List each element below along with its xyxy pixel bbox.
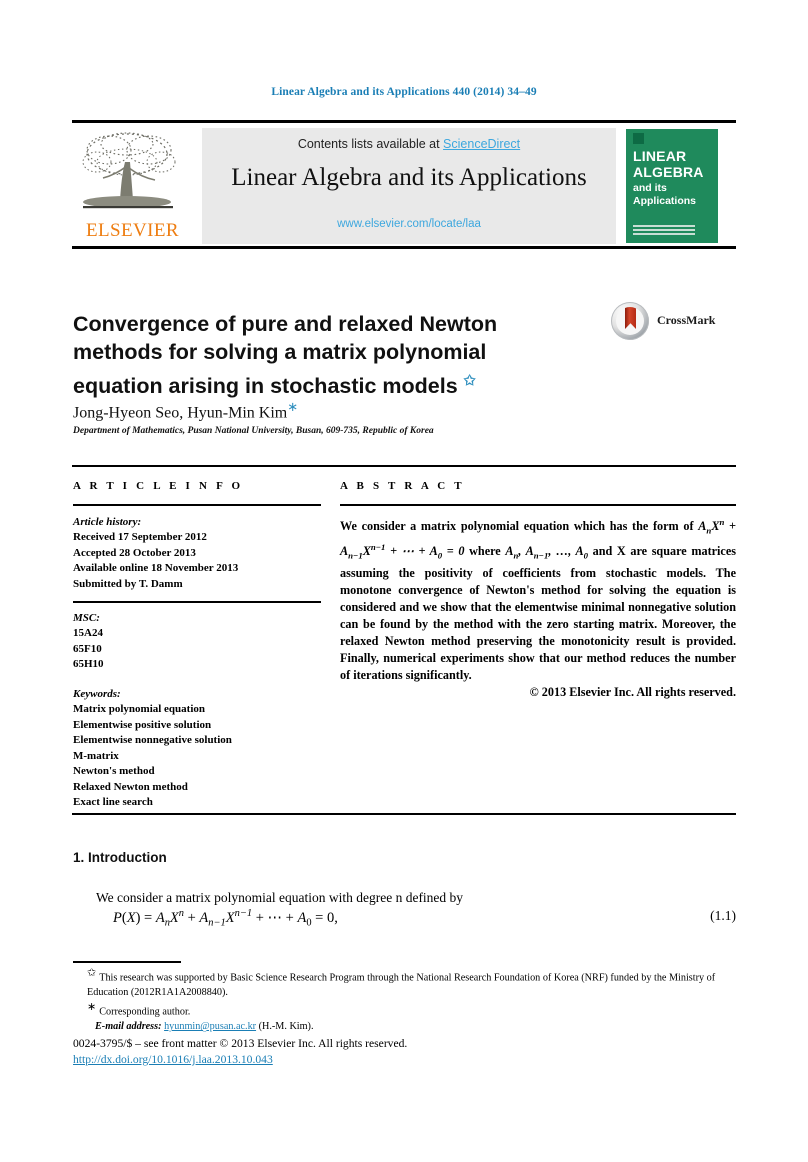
cover-footer-lines bbox=[633, 225, 695, 237]
crossmark-inner-disc bbox=[616, 307, 644, 335]
corresponding-author-marker[interactable]: ∗ bbox=[287, 399, 298, 414]
issn-front-matter-line: 0024-3795/$ – see front matter © 2013 El… bbox=[73, 1037, 408, 1050]
journal-title: Linear Algebra and its Applications bbox=[231, 164, 587, 191]
author-list: Jong-Hyeon Seo, Hyun-Min Kim∗ bbox=[73, 399, 298, 422]
info-section-top-rule bbox=[72, 465, 736, 467]
elsevier-tree-icon bbox=[82, 132, 176, 209]
abstract-column: A B S T R A C T We consider a matrix pol… bbox=[340, 480, 736, 700]
header-top-rule bbox=[72, 120, 736, 123]
introduction-paragraph-text: We consider a matrix polynomial equation… bbox=[96, 889, 464, 905]
contents-prefix-text: Contents lists available at bbox=[297, 137, 444, 151]
keyword-item: Exact line search bbox=[73, 796, 153, 808]
crossmark-icon[interactable] bbox=[611, 302, 649, 340]
info-section-bottom-rule bbox=[72, 813, 736, 815]
article-info-column: A R T I C L E I N F O Article history: R… bbox=[73, 480, 323, 811]
cover-line-3: and its bbox=[633, 182, 667, 194]
article-title-text: Convergence of pure and relaxed Newton m… bbox=[73, 312, 498, 399]
elsevier-wordmark: ELSEVIER bbox=[86, 220, 179, 241]
cover-line-1: LINEAR bbox=[633, 148, 687, 164]
footnote-corresponding-marker: ∗ bbox=[87, 1000, 97, 1013]
msc-code: 65F10 bbox=[73, 642, 102, 655]
crossmark-badge-group[interactable]: CrossMark bbox=[611, 302, 736, 342]
article-info-label: A R T I C L E I N F O bbox=[73, 480, 244, 492]
keyword-item: M-matrix bbox=[73, 749, 119, 762]
msc-heading: MSC: bbox=[73, 611, 100, 624]
journal-url-link[interactable]: www.elsevier.com/locate/laa bbox=[202, 218, 616, 230]
footnote-funding-text: This research was supported by Basic Sci… bbox=[87, 972, 716, 998]
keyword-item: Newton's method bbox=[73, 765, 155, 777]
sciencedirect-link[interactable]: ScienceDirect bbox=[443, 137, 520, 151]
author-names: Jong-Hyeon Seo, Hyun-Min Kim bbox=[73, 404, 288, 422]
footnote-corresponding-text: Corresponding author. bbox=[99, 1006, 191, 1018]
footnote-funding-marker: ✩ bbox=[87, 967, 97, 979]
keyword-item: Matrix polynomial equation bbox=[73, 703, 206, 715]
crossmark-ribbon-shape bbox=[625, 307, 636, 329]
footnote-rule bbox=[73, 961, 181, 963]
page-title: Convergence of pure and relaxed Newton m… bbox=[73, 310, 553, 400]
equation-number: (1.1) bbox=[710, 908, 736, 923]
abstract-sentence-rest: and X are square matrices assuming the p… bbox=[340, 544, 736, 683]
abstract-label: A B S T R A C T bbox=[340, 480, 465, 492]
cover-corner-mark bbox=[633, 133, 644, 144]
keyword-item: Relaxed Newton method bbox=[73, 780, 188, 793]
abstract-sentence-1: We consider a matrix polynomial equation… bbox=[340, 518, 699, 533]
elsevier-logo: ELSEVIER bbox=[75, 128, 190, 244]
article-history-item: Accepted 28 October 2013 bbox=[73, 546, 196, 559]
journal-header-band: ELSEVIER Contents lists available at Sci… bbox=[72, 126, 736, 245]
abstract-copyright: © 2013 Elsevier Inc. All rights reserved… bbox=[529, 685, 736, 700]
article-history-item: Submitted by T. Damm bbox=[73, 577, 183, 590]
article-history-heading: Article history: bbox=[73, 515, 142, 528]
journal-info-panel: Contents lists available at ScienceDirec… bbox=[202, 128, 616, 244]
footnote-corresponding: ∗ Corresponding author. bbox=[73, 1000, 736, 1020]
email-owner-text: (H.-M. Kim). bbox=[258, 1021, 314, 1033]
article-info-divider bbox=[73, 504, 321, 506]
article-history-item: Received 17 September 2012 bbox=[73, 531, 207, 543]
msc-divider bbox=[73, 601, 321, 603]
footnote-block: ✩ This research was supported by Basic Sc… bbox=[73, 966, 736, 1034]
crossmark-label: CrossMark bbox=[657, 313, 716, 327]
affiliation: Department of Mathematics, Pusan Nationa… bbox=[73, 426, 434, 436]
journal-article-page: Linear Algebra and its Applications 440 … bbox=[0, 0, 808, 1162]
header-bottom-rule bbox=[72, 246, 736, 249]
msc-code: 15A24 bbox=[73, 627, 103, 639]
abstract-coefficients: An, An−1, …, A0 bbox=[505, 544, 588, 561]
keyword-item: Elementwise positive solution bbox=[73, 718, 212, 731]
keywords-heading: Keywords: bbox=[73, 687, 121, 700]
abstract-where-word: where bbox=[464, 544, 506, 559]
journal-cover-thumbnail[interactable]: LINEAR ALGEBRA and its Applications bbox=[625, 128, 719, 244]
cover-line-4: Applications bbox=[633, 195, 697, 207]
email-address-label: E-mail address: bbox=[95, 1021, 162, 1033]
imprint-block: 0024-3795/$ – see front matter © 2013 El… bbox=[73, 1036, 407, 1068]
abstract-text: We consider a matrix polynomial equation… bbox=[340, 514, 736, 685]
email-address-link[interactable]: hyunmin@pusan.ac.kr bbox=[164, 1021, 256, 1032]
footnote-email-line: E-mail address: hyunmin@pusan.ac.kr (H.-… bbox=[73, 1019, 736, 1034]
introduction-paragraph: We consider a matrix polynomial equation… bbox=[96, 890, 463, 906]
section-heading-introduction: 1. Introduction bbox=[73, 850, 167, 866]
msc-code: 65H10 bbox=[73, 658, 104, 670]
keyword-item: Elementwise nonnegative solution bbox=[73, 734, 232, 746]
masthead-citation: Linear Algebra and its Applications 440 … bbox=[271, 86, 537, 98]
article-history-item: Available online 18 November 2013 bbox=[73, 562, 239, 574]
footnote-funding: ✩ This research was supported by Basic Sc… bbox=[73, 966, 736, 1000]
title-footnote-marker[interactable]: ✩ bbox=[464, 372, 476, 388]
equation-1-1-body: P(X) = AnXn + An−1Xn−1 + ⋯ + A0 = 0, bbox=[113, 908, 338, 929]
cover-line-2: ALGEBRA bbox=[633, 164, 704, 180]
doi-link[interactable]: http://dx.doi.org/10.1016/j.laa.2013.10.… bbox=[73, 1053, 273, 1066]
abstract-divider bbox=[340, 504, 736, 506]
contents-available-line: Contents lists available at ScienceDirec… bbox=[202, 137, 616, 151]
